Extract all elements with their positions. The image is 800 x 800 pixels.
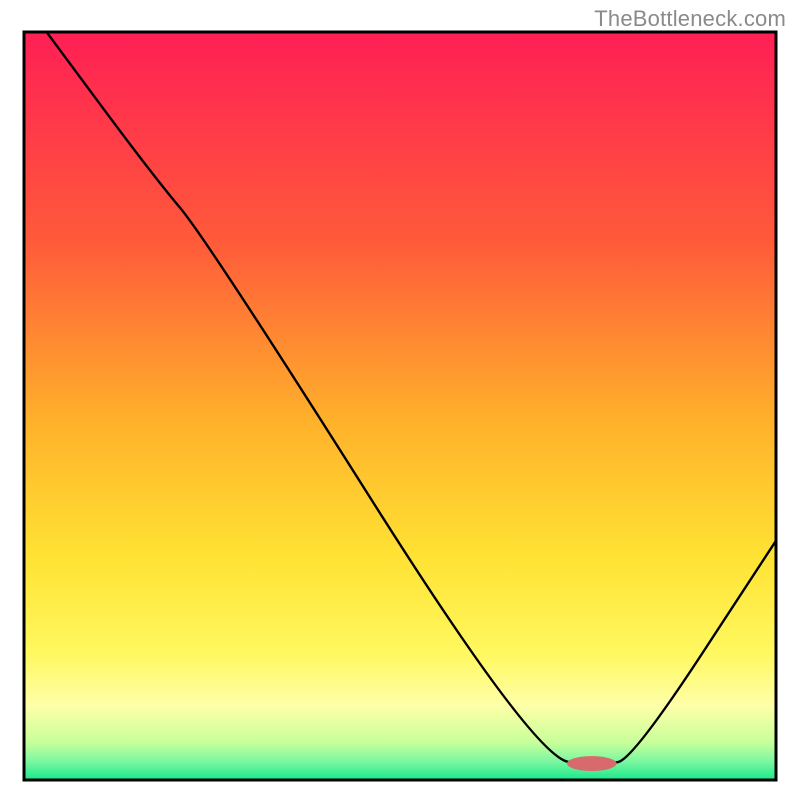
- plot-background: [24, 32, 776, 780]
- highlight-pill: [567, 756, 617, 771]
- chart-stage: TheBottleneck.com: [0, 0, 800, 800]
- plot-svg: [0, 0, 800, 800]
